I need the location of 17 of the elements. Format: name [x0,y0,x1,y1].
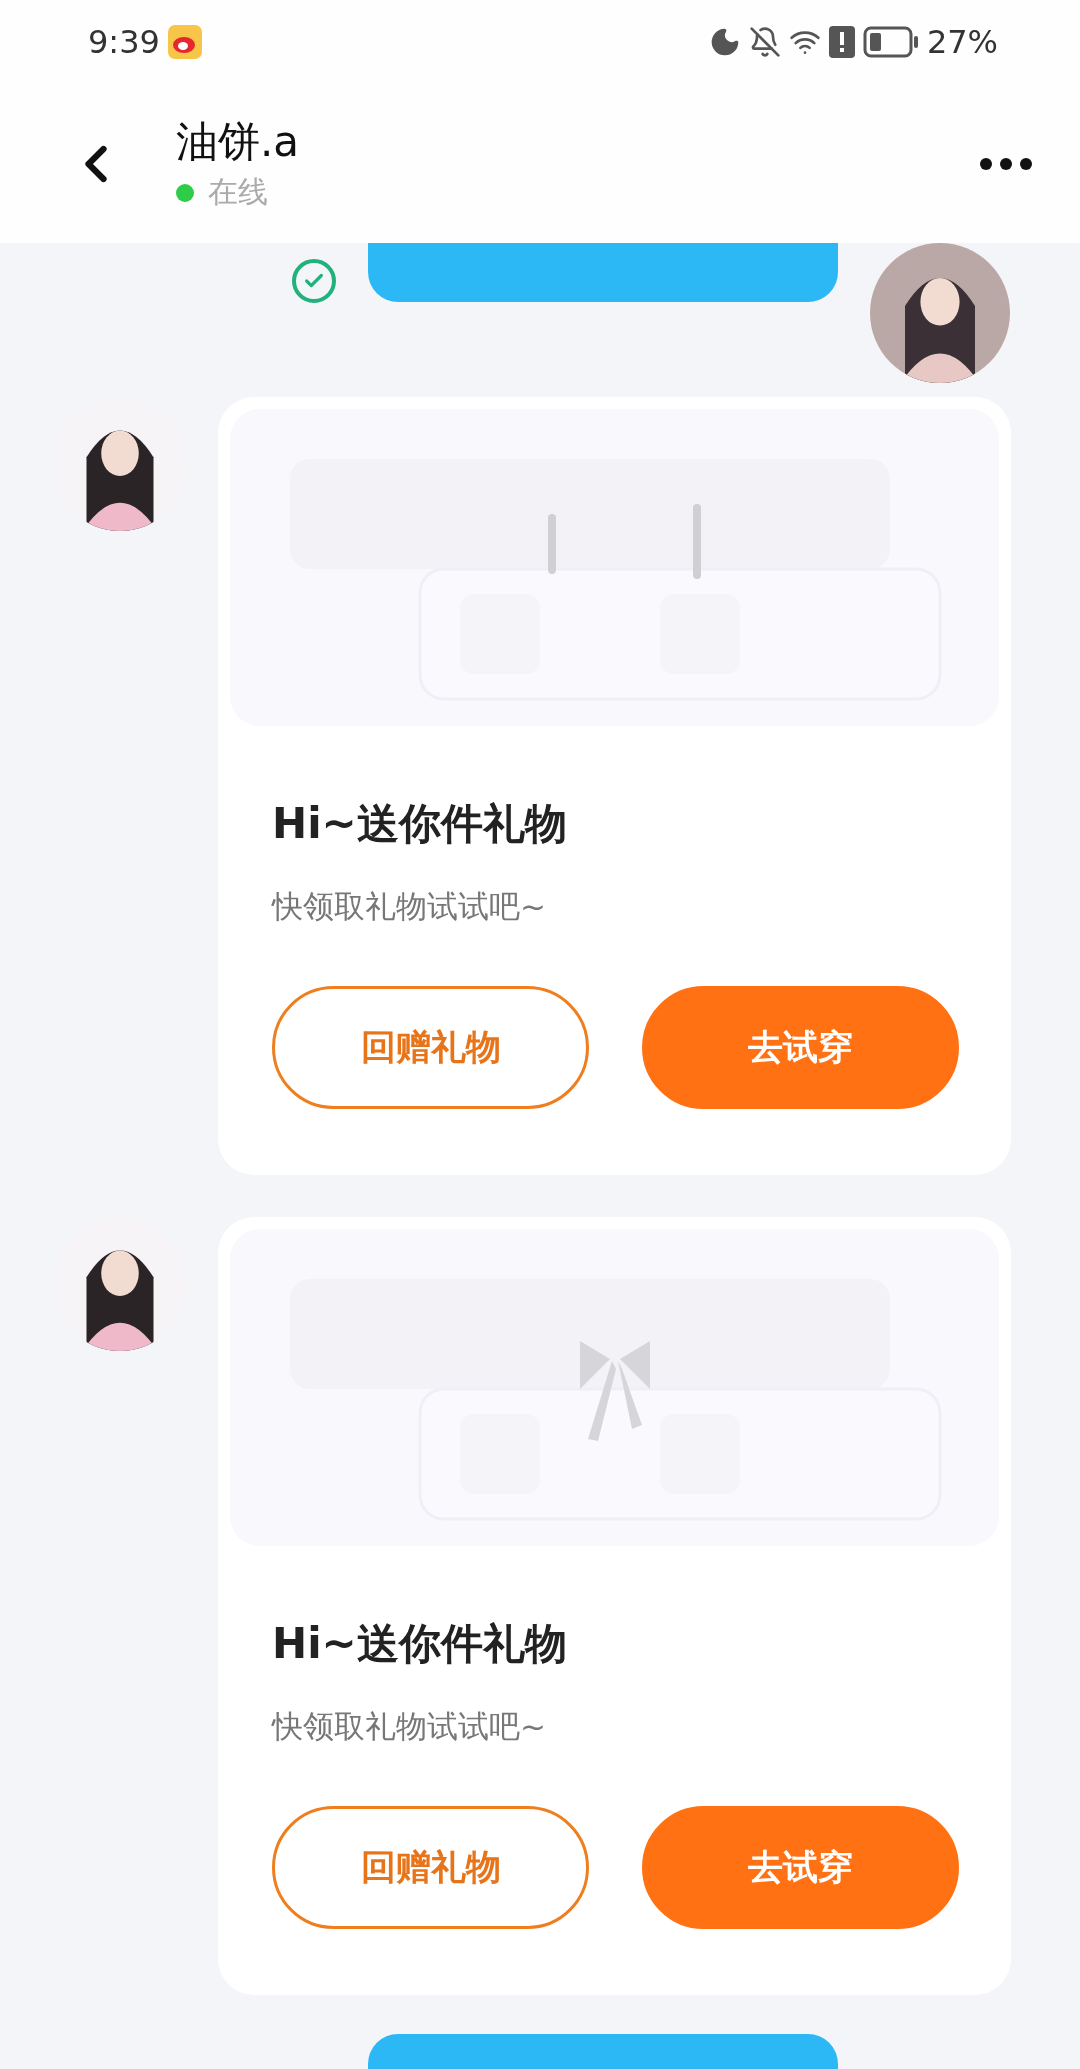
more-button[interactable] [980,157,1032,170]
contact-name: 油饼.a [176,116,300,168]
gift-title: Hi~送你件礼物 [272,798,568,850]
return-gift-button[interactable]: 回赠礼物 [272,1806,589,1929]
online-status: 在线 [208,173,268,211]
try-on-button[interactable]: 去试穿 [642,986,959,1109]
battery-icon [862,26,919,58]
gift-subtitle: 快领取礼物试试吧~ [272,887,547,926]
return-gift-button[interactable]: 回赠礼物 [272,986,589,1109]
battery-level: 27% [926,23,998,61]
alert-icon [828,26,855,58]
try-on-button[interactable]: 去试穿 [642,1806,959,1929]
bell-off-icon [748,26,781,58]
app-notification-icon [167,25,202,59]
status-time: 9:39 [88,23,160,61]
gift-title: Hi~送你件礼物 [272,1618,568,1670]
gift-subtitle: 快领取礼物试试吧~ [272,1707,547,1746]
